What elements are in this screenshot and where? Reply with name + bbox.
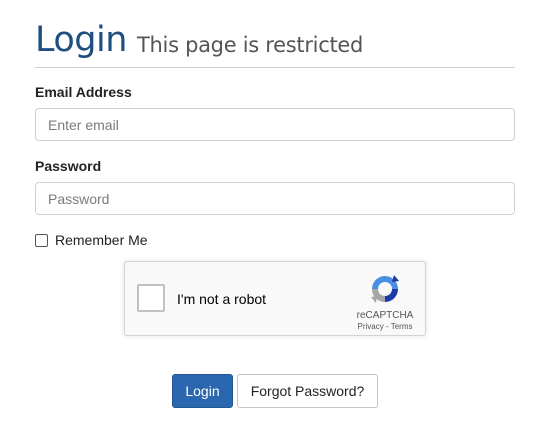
remember-me-checkbox[interactable] [35,233,48,247]
page-subtitle: This page is restricted [137,33,364,57]
recaptcha-label: I'm not a robot [177,291,267,307]
remember-me[interactable]: Remember Me [35,232,148,248]
password-input[interactable] [35,182,515,215]
remember-me-label: Remember Me [55,232,148,248]
password-label: Password [35,158,102,174]
page-title: Login [35,20,127,60]
page-header: Login This page is restricted [35,20,515,68]
recaptcha-widget: I'm not a robot reCAPTCHA Privacy - Term… [124,261,426,336]
recaptcha-brand: reCAPTCHA [356,310,414,321]
login-button[interactable]: Login [172,374,233,408]
email-label: Email Address [35,84,132,100]
recaptcha-logo-icon [371,275,399,303]
forgot-password-button[interactable]: Forgot Password? [237,374,378,408]
email-input[interactable] [35,108,515,141]
recaptcha-checkbox[interactable] [137,284,165,312]
recaptcha-privacy-terms[interactable]: Privacy - Terms [351,322,419,331]
